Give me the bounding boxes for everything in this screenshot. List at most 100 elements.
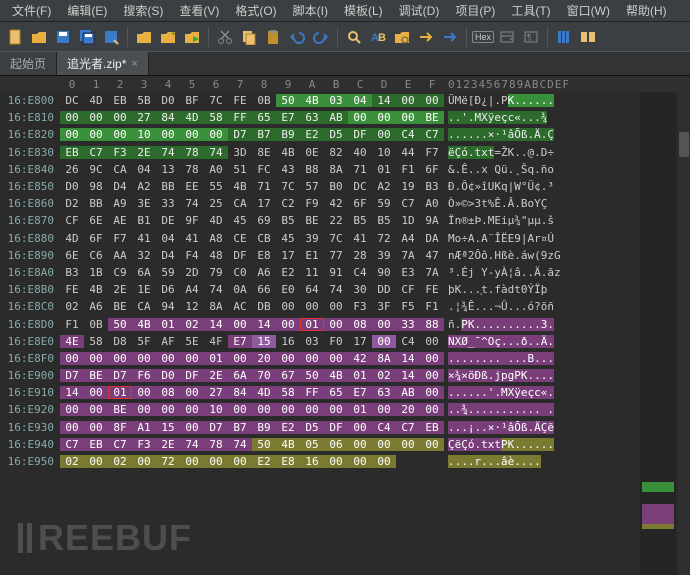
hex-row[interactable]: 16:E8B0FE4B2E1ED6A4740A66E0647430DDCFFEþ… <box>0 281 690 298</box>
scrollbar-thumb[interactable] <box>679 132 689 157</box>
hex-bytes[interactable]: F10B504B010214001400010008003388 <box>60 318 444 331</box>
hex-bytes[interactable]: 0000BE00000010000000000001002000 <box>60 403 444 416</box>
replace-icon[interactable]: AB <box>367 26 389 48</box>
hex-bytes[interactable]: 0200020072000000E2E816000000 <box>60 455 444 468</box>
editor-tab[interactable]: 起始页 <box>0 52 57 75</box>
hex-bytes[interactable]: 14000100080027844D58FF65E763AB00 <box>60 386 444 399</box>
copy-icon[interactable] <box>238 26 260 48</box>
save-icon[interactable] <box>52 26 74 48</box>
ascii-header: 0123456789ABCDEF <box>444 78 604 91</box>
offset-address: 16:E800 <box>0 94 60 107</box>
hex-row[interactable]: 16:E8E04E58D85FAF5E4FE7151603F01700C400N… <box>0 333 690 350</box>
menu-item[interactable]: 模板(L) <box>336 0 391 21</box>
tab-label: 起始页 <box>10 55 46 72</box>
close-icon[interactable]: × <box>131 58 137 70</box>
hex-rows[interactable]: 16:E800DC4DEB5BD0BF7CFE0B504B0304140000Ü… <box>0 92 690 470</box>
hex-row[interactable]: 16:E8F0000000000000010020000000428A1400.… <box>0 350 690 367</box>
save-all-icon[interactable] <box>76 26 98 48</box>
offset-address: 16:E8F0 <box>0 352 60 365</box>
hex-bytes[interactable]: 000000000000010020000000428A1400 <box>60 352 444 365</box>
terminal-icon[interactable]: ¶ <box>520 26 542 48</box>
hex-bytes[interactable]: 02A6BECA94128AACDB000000F33FF5F1 <box>60 300 444 313</box>
hex-row[interactable]: 16:E9200000BE00000010000000000001002000.… <box>0 401 690 418</box>
offset-address: 16:E830 <box>0 146 60 159</box>
hex-bytes[interactable]: 00000010000000D7B7B9E2D5DF00C4C7 <box>60 128 444 141</box>
hex-col-header: 7 <box>228 78 252 91</box>
editor-tab[interactable]: 追光者.zip*× <box>57 52 149 75</box>
hex-bytes[interactable]: 00000027844D58FF65E763AB000000BE <box>60 111 444 124</box>
jump-right-icon[interactable] <box>415 26 437 48</box>
hex-row[interactable]: 16:E81000000027844D58FF65E763AB000000BE.… <box>0 109 690 126</box>
hex-row[interactable]: 16:E8A0B31BC96A592D79C0A6E21191C490E37A³… <box>0 264 690 281</box>
hex-row[interactable]: 16:E8C002A6BECA94128AACDB000000F33FF5F1.… <box>0 298 690 315</box>
cut-icon[interactable] <box>214 26 236 48</box>
hex-row[interactable]: 16:E940C7EBC7F32E747874504B050600000000Ç… <box>0 436 690 453</box>
offset-address: 16:E850 <box>0 180 60 193</box>
hex-row[interactable]: 16:E91014000100080027844D58FF65E763AB00.… <box>0 384 690 401</box>
hex-row[interactable]: 16:E870CF6EAEB1DE9F4D4569B5BE22B5B51D9AÏ… <box>0 212 690 229</box>
hex-row[interactable]: 16:E800DC4DEB5BD0BF7CFE0B504B0304140000Ü… <box>0 92 690 109</box>
folder-new-icon[interactable]: + <box>157 26 179 48</box>
hex-editor[interactable]: 0123456789ABCDEF 0123456789ABCDEF 16:E80… <box>0 76 690 575</box>
hex-row[interactable]: 16:E860D2BBA93E337425CA17C2F9426F59C7A0Ò… <box>0 195 690 212</box>
find-icon[interactable] <box>343 26 365 48</box>
jump-right2-icon[interactable] <box>439 26 461 48</box>
paste-icon[interactable] <box>262 26 284 48</box>
hex-bytes[interactable]: DC4DEB5BD0BF7CFE0B504B0304140000 <box>60 94 444 107</box>
hex-bytes[interactable]: CF6EAEB1DE9F4D4569B5BE22B5B51D9A <box>60 214 444 227</box>
menu-item[interactable]: 脚本(I) <box>285 0 336 21</box>
folder-play-icon[interactable] <box>181 26 203 48</box>
hex-bytes[interactable]: EBC7F32E7478743D8E4B0E82401044F7 <box>60 146 444 159</box>
hex-bytes[interactable]: D098D4A2BBEE554B717C57B0DCA219B3 <box>60 180 444 193</box>
hex-bytes[interactable]: 6EC6AA32D4F448DFE817E17728397A47 <box>60 249 444 262</box>
new-file-icon[interactable] <box>4 26 26 48</box>
hex-row[interactable]: 16:E850D098D4A2BBEE554B717C57B0DCA219B3Ð… <box>0 178 690 195</box>
open-folder-icon[interactable] <box>28 26 50 48</box>
hex-col-header: 5 <box>180 78 204 91</box>
toggle-panel-icon[interactable] <box>496 26 518 48</box>
menu-item[interactable]: 查看(V) <box>171 0 227 21</box>
hex-bytes[interactable]: C7EBC7F32E747874504B050600000000 <box>60 438 444 451</box>
hex-bytes[interactable]: 4D6FF7410441A8CECB45397C4172A4DA <box>60 232 444 245</box>
menu-item[interactable]: 项目(P) <box>447 0 503 21</box>
offset-address: 16:E860 <box>0 197 60 210</box>
compare-icon[interactable] <box>577 26 599 48</box>
folder-icon[interactable] <box>133 26 155 48</box>
hex-row[interactable]: 16:E82000000010000000D7B7B9E2D5DF00C4C7.… <box>0 126 690 143</box>
toolbar-separator <box>466 27 467 47</box>
menu-item[interactable]: 窗口(W) <box>559 0 618 21</box>
hex-row[interactable]: 16:E8804D6FF7410441A8CECB45397C4172A4DAM… <box>0 230 690 247</box>
undo-icon[interactable] <box>286 26 308 48</box>
hex-bytes[interactable]: 4E58D85FAF5E4FE7151603F01700C400 <box>60 335 444 348</box>
goto-icon[interactable] <box>391 26 413 48</box>
hex-row[interactable]: 16:E8906EC6AA32D4F448DFE817E17728397A47n… <box>0 247 690 264</box>
menu-item[interactable]: 编辑(E) <box>59 0 115 21</box>
hex-mode-badge[interactable]: Hex <box>472 31 494 43</box>
offset-address: 16:E920 <box>0 403 60 416</box>
hex-row[interactable]: 16:E840269CCA041378A051FC43B88A7101F16F&… <box>0 161 690 178</box>
hex-bytes[interactable]: 00008FA11500D7B7B9E2D5DF00C4C7EB <box>60 421 444 434</box>
menu-item[interactable]: 文件(F) <box>4 0 59 21</box>
menu-item[interactable]: 工具(T) <box>503 0 558 21</box>
hex-row[interactable]: 16:E830EBC7F32E7478743D8E4B0E82401044F7ë… <box>0 144 690 161</box>
menu-item[interactable]: 帮助(H) <box>618 0 675 21</box>
hex-bytes[interactable]: D7BED7F6D0DF2E6A7067504B01021400 <box>60 369 444 382</box>
minimap[interactable] <box>640 92 676 575</box>
vertical-scrollbar[interactable] <box>678 92 690 575</box>
hex-row[interactable]: 16:E8D0F10B504B010214001400010008003388ñ… <box>0 315 690 332</box>
menu-item[interactable]: 格式(O) <box>227 0 284 21</box>
hex-row[interactable]: 16:E900D7BED7F6D0DF2E6A7067504B01021400×… <box>0 367 690 384</box>
columns-icon[interactable] <box>553 26 575 48</box>
save-as-icon[interactable] <box>100 26 122 48</box>
hex-bytes[interactable]: B31BC96A592D79C0A6E21191C490E37A <box>60 266 444 279</box>
hex-bytes[interactable]: FE4B2E1ED6A4740A66E0647430DDCFFE <box>60 283 444 296</box>
hex-bytes[interactable]: 269CCA041378A051FC43B88A7101F16F <box>60 163 444 176</box>
hex-row[interactable]: 16:E93000008FA11500D7B7B9E2D5DF00C4C7EB.… <box>0 419 690 436</box>
hex-row[interactable]: 16:E9500200020072000000E2E816000000....r… <box>0 453 690 470</box>
menu-item[interactable]: 搜索(S) <box>115 0 171 21</box>
menu-item[interactable]: 调试(D) <box>391 0 448 21</box>
offset-address: 16:E900 <box>0 369 60 382</box>
ascii-dump: Ð.Ô¢»îUKq|W°Ü¢.³ <box>444 180 604 193</box>
redo-icon[interactable] <box>310 26 332 48</box>
hex-bytes[interactable]: D2BBA93E337425CA17C2F9426F59C7A0 <box>60 197 444 210</box>
